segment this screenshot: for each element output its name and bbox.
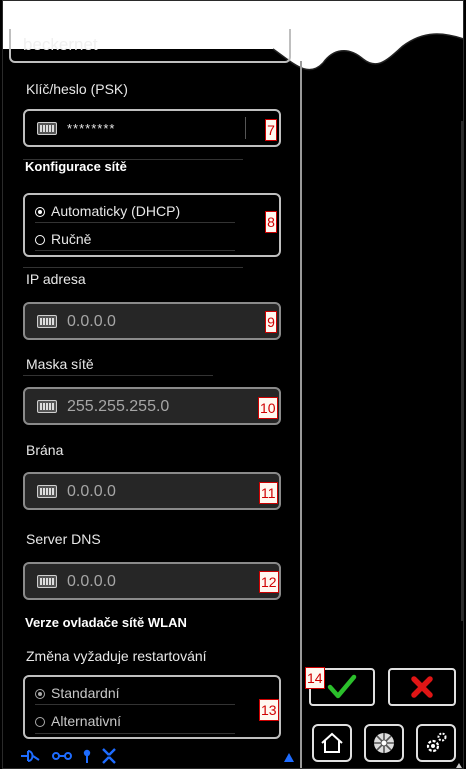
gateway-value: 0.0.0.0: [67, 483, 116, 500]
heading-underline: [23, 159, 243, 160]
psk-label: Klíč/heslo (PSK): [26, 81, 128, 97]
scroll-up-indicator[interactable]: [284, 753, 294, 762]
radio-alternative[interactable]: Alternativní: [35, 713, 121, 729]
dns-value: 0.0.0.0: [67, 573, 116, 590]
wlan-driver-heading: Verze ovladače sítě WLAN: [25, 615, 187, 630]
mask-input[interactable]: 255.255.255.0: [23, 387, 281, 425]
location-pin-icon: [83, 749, 91, 763]
keyboard-icon: [37, 400, 57, 413]
keyboard-icon: [37, 575, 57, 588]
settings-button[interactable]: [416, 724, 456, 762]
radio-selected-icon: [35, 689, 45, 699]
network-plug-icon: [21, 750, 40, 762]
close-x-icon: [411, 676, 433, 698]
radio-manual-label: Ručně: [51, 231, 92, 247]
gears-icon: [426, 732, 447, 753]
radio-unselected-icon: [35, 235, 45, 245]
net-config-radio-group: Automaticky (DHCP) Ručně: [23, 193, 281, 257]
app-window: beckernet Klíč/heslo (PSK) ******** 7 Ko…: [2, 0, 464, 769]
option-underline: [35, 733, 235, 734]
restart-note: Změna vyžaduje restartování: [26, 648, 207, 664]
radio-dhcp[interactable]: Automaticky (DHCP): [35, 203, 180, 219]
expand-arrows-icon: [102, 748, 116, 764]
net-config-heading: Konfigurace sítě: [25, 159, 127, 174]
home-icon: [321, 732, 343, 753]
ip-input[interactable]: 0.0.0.0: [23, 302, 281, 340]
link-chain-icon: [52, 752, 72, 760]
panel-divider: [300, 61, 302, 768]
callout-badge-14: 14: [305, 667, 325, 689]
ip-label: IP adresa: [26, 271, 86, 287]
ip-value: 0.0.0.0: [67, 313, 116, 330]
dns-label: Server DNS: [26, 531, 101, 547]
dns-input[interactable]: 0.0.0.0: [23, 562, 281, 600]
label-underline: [23, 267, 243, 268]
radio-unselected-icon: [35, 717, 45, 727]
callout-badge-10: 10: [258, 397, 278, 419]
keyboard-icon: [37, 122, 57, 135]
mask-value: 255.255.255.0: [67, 398, 170, 415]
network-name-value: beckernet: [23, 35, 98, 54]
driver-radio-group: Standardní Alternativní: [23, 675, 281, 739]
media-button[interactable]: [364, 724, 404, 762]
checkmark-icon: [327, 674, 357, 699]
keyboard-icon: [37, 485, 57, 498]
callout-badge-8: 8: [265, 211, 277, 233]
radio-manual[interactable]: Ručně: [35, 231, 91, 247]
psk-value: ********: [67, 121, 116, 136]
gateway-label: Brána: [26, 442, 64, 458]
psk-input[interactable]: ********: [23, 109, 281, 147]
radio-standard-label: Standardní: [51, 685, 120, 701]
network-name-field[interactable]: beckernet: [9, 29, 291, 63]
option-underline: [35, 704, 235, 705]
radio-dhcp-label: Automaticky (DHCP): [51, 203, 181, 219]
scroll-down-indicator[interactable]: [456, 763, 462, 768]
keyboard-icon: [37, 315, 57, 328]
field-separator: [245, 117, 246, 139]
gateway-input[interactable]: 0.0.0.0: [23, 472, 281, 510]
callout-badge-11: 11: [259, 482, 278, 504]
mask-label: Maska sítě: [26, 356, 94, 372]
callout-badge-12: 12: [259, 571, 279, 593]
status-bar: [21, 748, 116, 764]
scroll-track[interactable]: [461, 121, 463, 621]
callout-badge-7: 7: [265, 119, 277, 141]
radio-standard[interactable]: Standardní: [35, 685, 120, 701]
option-underline: [35, 222, 235, 223]
cancel-button[interactable]: [388, 668, 456, 706]
label-underline: [23, 375, 213, 376]
home-button[interactable]: [312, 724, 352, 762]
callout-badge-13: 13: [259, 699, 279, 721]
option-underline: [35, 250, 235, 251]
disc-icon: [374, 733, 394, 753]
radio-alternative-label: Alternativní: [51, 713, 122, 729]
callout-badge-9: 9: [265, 311, 277, 333]
radio-selected-icon: [35, 207, 45, 217]
